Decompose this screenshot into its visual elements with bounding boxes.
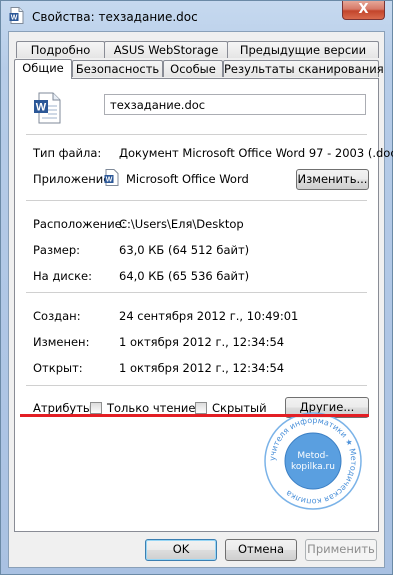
tab-scan-results[interactable]: Результаты сканирования (223, 60, 384, 77)
svg-text:kopilka.ru: kopilka.ru (291, 462, 335, 472)
filename-field[interactable]: техзадание.doc (104, 94, 366, 115)
separator (26, 385, 367, 386)
size-label: Размер: (33, 243, 81, 257)
svg-text:W: W (11, 15, 18, 22)
size-value: 63,0 КБ (64 512 байт) (119, 243, 250, 257)
hidden-checkbox[interactable] (195, 402, 207, 414)
location-value: C:\Users\Еля\Desktop (119, 217, 244, 231)
readonly-checkbox-label[interactable]: Только чтение (107, 401, 195, 415)
svg-text:W: W (36, 102, 47, 114)
change-button[interactable]: Изменить... (296, 169, 369, 190)
properties-window: W Свойства: техзадание.doc X Подробно AS… (0, 0, 393, 575)
apply-button[interactable]: Применить (305, 539, 377, 561)
location-label: Расположение: (33, 217, 126, 231)
separator (26, 292, 367, 293)
tab-general[interactable]: Общие (14, 59, 72, 79)
readonly-checkbox[interactable] (90, 402, 102, 414)
tab-details[interactable]: Подробно (16, 41, 105, 58)
size-on-disk-label: На диске: (33, 269, 92, 283)
svg-text:W: W (106, 177, 113, 184)
word-document-icon: W (34, 92, 61, 124)
highlight-underline (20, 414, 369, 417)
title-bar[interactable]: W Свойства: техзадание.doc X (1, 1, 392, 31)
tab-custom[interactable]: Особые (163, 60, 223, 77)
cancel-button[interactable]: Отмена (225, 539, 297, 561)
ok-button[interactable]: OK (145, 539, 217, 561)
application-label: Приложение: (33, 172, 115, 186)
separator (26, 134, 367, 135)
modified-value: 1 октября 2012 г., 12:34:54 (119, 335, 285, 349)
hidden-checkbox-label[interactable]: Скрытый (212, 401, 267, 415)
word-document-icon: W (9, 7, 24, 24)
window-title: Свойства: техзадание.doc (32, 10, 198, 24)
tab-previous-versions[interactable]: Предыдущие версии (227, 41, 379, 58)
application-value: Microsoft Office Word (126, 172, 249, 186)
attributes-label: Атрибуты: (33, 401, 96, 415)
close-button[interactable]: X (342, 1, 385, 20)
file-type-value: Документ Microsoft Office Word 97 - 2003… (119, 146, 393, 160)
word-app-icon: W (104, 169, 119, 186)
created-label: Создан: (33, 309, 81, 323)
tab-asus-webstorage[interactable]: ASUS WebStorage (104, 41, 228, 58)
accessed-label: Открыт: (33, 361, 83, 375)
modified-label: Изменен: (33, 335, 90, 349)
created-value: 24 сентября 2012 г., 10:49:01 (119, 309, 299, 323)
size-on-disk-value: 64,0 КБ (65 536 байт) (119, 269, 250, 283)
separator (26, 200, 367, 201)
accessed-value: 1 октября 2012 г., 12:34:54 (119, 361, 285, 375)
svg-text:Metod-: Metod- (297, 451, 328, 461)
tab-security[interactable]: Безопасность (72, 60, 163, 77)
file-type-label: Тип файла: (33, 146, 102, 160)
watermark-stamp: учителя информатики ★ Методическая копил… (264, 412, 362, 510)
